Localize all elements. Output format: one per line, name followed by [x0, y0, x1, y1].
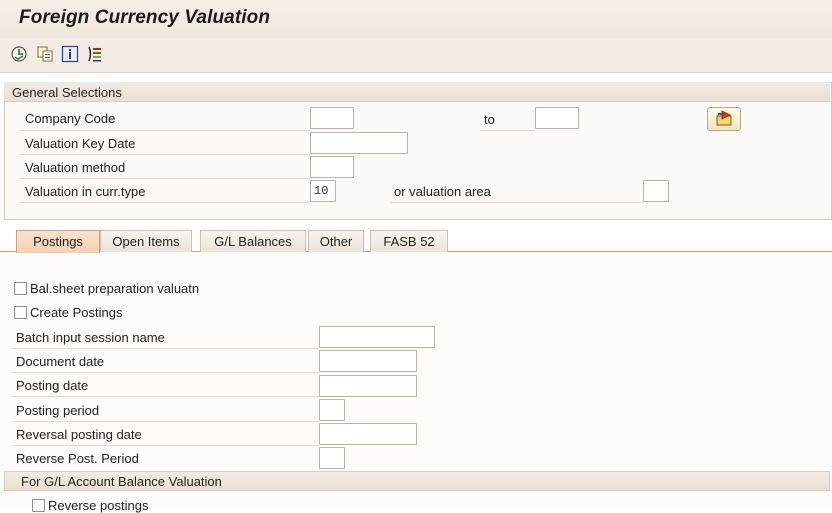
gl-balance-valuation-title: For G/L Account Balance Valuation	[21, 474, 222, 489]
row-divider	[12, 348, 319, 349]
batch-session-label: Batch input session name	[16, 330, 165, 345]
row-divider	[12, 372, 319, 373]
valuation-area-input[interactable]	[643, 180, 669, 202]
multiple-selection-button[interactable]	[707, 107, 741, 131]
bal-sheet-checkbox[interactable]	[14, 282, 27, 295]
posting-period-input[interactable]	[319, 399, 345, 421]
reversal-posting-date-input[interactable]	[319, 423, 417, 445]
company-code-to-input[interactable]	[535, 107, 579, 129]
execute-icon[interactable]	[10, 45, 28, 63]
batch-session-input[interactable]	[319, 326, 435, 348]
multiple-selection-icon	[716, 110, 732, 126]
info-icon[interactable]	[61, 45, 79, 63]
row-divider	[390, 202, 643, 203]
row-divider	[20, 154, 310, 155]
create-postings-checkbox[interactable]	[14, 306, 27, 319]
tab-open-items[interactable]: Open Items	[100, 230, 192, 252]
application-toolbar	[0, 38, 832, 73]
document-date-label: Document date	[16, 354, 105, 369]
tab-fasb-52[interactable]: FASB 52	[370, 230, 448, 252]
reverse-postings-checkbox[interactable]	[32, 499, 45, 512]
company-code-label: Company Code	[25, 111, 116, 126]
valuation-method-input[interactable]	[310, 156, 354, 178]
posting-date-label: Posting date	[16, 378, 89, 393]
row-divider	[20, 178, 310, 179]
posting-period-label: Posting period	[16, 403, 100, 418]
company-code-to-label: to	[484, 112, 495, 127]
valuation-key-date-input[interactable]	[310, 132, 408, 154]
row-divider	[480, 130, 535, 131]
general-selections-group	[4, 82, 832, 220]
copy-variant-icon[interactable]	[36, 45, 54, 63]
row-divider	[12, 445, 319, 446]
tab-gl-balances[interactable]: G/L Balances	[200, 230, 306, 252]
page-title: Foreign Currency Valuation	[19, 7, 271, 28]
company-code-from-input[interactable]	[310, 107, 354, 129]
reversal-posting-date-label: Reversal posting date	[16, 427, 142, 442]
row-divider	[20, 202, 310, 203]
general-selections-header	[4, 82, 830, 102]
program-doc-icon[interactable]	[86, 45, 104, 63]
valuation-curr-type-input[interactable]: 10	[310, 180, 336, 202]
reverse-post-period-label: Reverse Post. Period	[16, 451, 139, 466]
valuation-area-label: or valuation area	[394, 184, 491, 199]
tab-other[interactable]: Other	[308, 230, 364, 252]
reverse-post-period-input[interactable]	[319, 447, 345, 469]
general-selections-title: General Selections	[12, 85, 122, 100]
posting-date-input[interactable]	[319, 375, 417, 397]
row-divider	[12, 396, 319, 397]
create-postings-label: Create Postings	[30, 305, 123, 320]
bal-sheet-label: Bal.sheet preparation valuatn	[30, 281, 200, 296]
reverse-postings-label: Reverse postings	[48, 498, 149, 513]
valuation-curr-type-label: Valuation in curr.type	[25, 184, 146, 199]
valuation-method-label: Valuation method	[25, 160, 126, 175]
valuation-key-date-label: Valuation Key Date	[25, 136, 136, 151]
row-divider	[20, 130, 310, 131]
row-divider	[12, 421, 319, 422]
tab-postings[interactable]: Postings	[16, 230, 100, 253]
document-date-input[interactable]	[319, 350, 417, 372]
